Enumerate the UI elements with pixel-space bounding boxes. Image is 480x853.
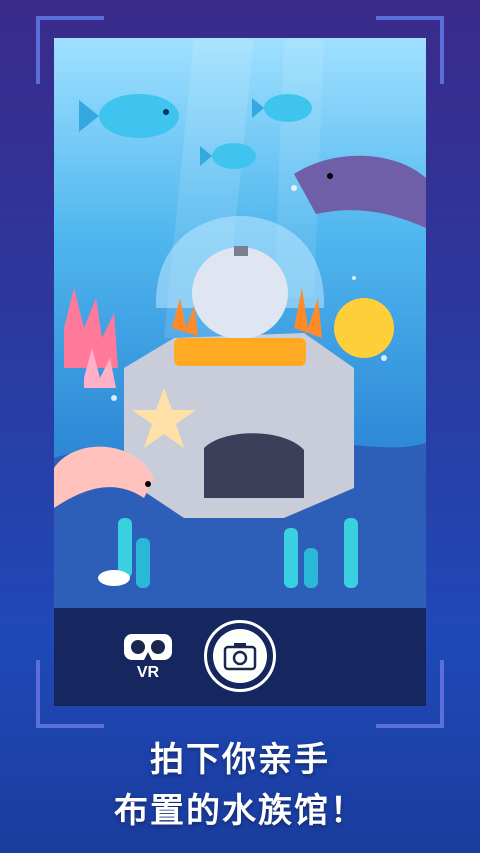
coral-left — [64, 288, 118, 388]
camera-shutter-inner — [213, 629, 267, 683]
vr-label: VR — [136, 664, 160, 681]
white-fish — [98, 570, 130, 586]
aquarium-illustration — [54, 38, 426, 608]
caption-line-1: 拍下你亲手 — [150, 740, 330, 780]
yellow-planet-ornament — [334, 298, 394, 358]
aquarium-scene — [54, 38, 426, 608]
blue-fish-medium — [252, 94, 312, 122]
glass-dome — [155, 216, 325, 366]
vr-button[interactable]: VR — [120, 630, 176, 686]
vr-headset-icon — [124, 634, 172, 660]
blue-fish-large — [79, 94, 179, 138]
camera-shutter-button[interactable] — [204, 620, 276, 692]
camera-icon — [223, 643, 257, 671]
caption-line-2: 布置的水族馆！ — [114, 791, 366, 831]
camera-toolbar: VR — [54, 608, 426, 706]
